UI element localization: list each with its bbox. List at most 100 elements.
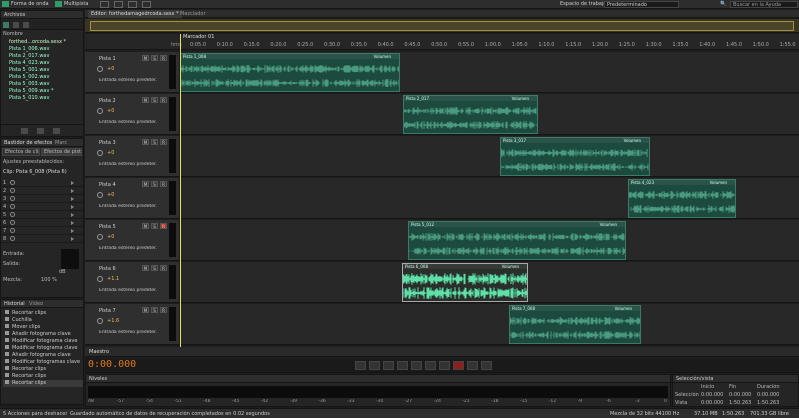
waveform-view-button[interactable]: Forma de onda [2,1,49,8]
forward-button[interactable] [425,361,436,370]
effect-slot[interactable]: 5 [1,211,83,219]
overview-bar[interactable] [85,19,799,33]
effect-slot[interactable]: 8 [1,235,83,243]
workspace-select[interactable]: Predeterminado [604,1,679,8]
track-lane[interactable]: Pista 6_008 Volumen [180,262,799,303]
track-name[interactable]: Pista 6 [99,266,116,272]
tab-track-effects[interactable]: Efectos de pista [41,148,82,156]
skip-button[interactable] [481,361,492,370]
history-item[interactable]: Mover clips [3,324,83,331]
track-mute-button[interactable]: M [142,265,149,271]
view-duration[interactable]: 1:50.263 [757,400,779,406]
volume-knob-icon[interactable] [97,108,103,114]
marker-label[interactable]: Marcador 01 [183,34,214,40]
track-name[interactable]: Pista 2 [99,98,116,104]
track-mute-button[interactable]: M [142,223,149,229]
track-input-select[interactable]: Entrada estéreo predeter. [99,120,157,125]
import-file-icon[interactable] [23,22,29,28]
track-lane[interactable]: Pista 4_023 Volumen [180,178,799,219]
track-record-button[interactable]: R [160,307,167,313]
view-start[interactable]: 0:00.000 [701,400,723,406]
track-record-button[interactable]: R [160,55,167,61]
effect-slot[interactable]: 7 [1,227,83,235]
selection-end[interactable]: 0:00.000 [729,392,751,398]
effect-slot[interactable]: 4 [1,203,83,211]
new-file-icon[interactable] [3,22,9,28]
help-search-input[interactable]: Buscar en la Ayuda [730,1,798,8]
track-input-select[interactable]: Entrada estéreo predeter. [99,204,157,209]
chevron-right-icon[interactable] [71,229,74,233]
audio-clip[interactable]: Pista 5_012 Volumen [408,221,626,260]
track-input-select[interactable]: Entrada estéreo predeter. [99,162,157,167]
razor-tool-icon[interactable] [128,1,137,8]
effect-slot[interactable]: 3 [1,195,83,203]
tab-video[interactable]: Vídeo [29,300,43,308]
chevron-right-icon[interactable] [71,189,74,193]
pause-button[interactable] [383,361,394,370]
move-tool-icon[interactable] [100,1,109,8]
track-record-button[interactable]: R [160,265,167,271]
tab-history[interactable]: Historial [4,300,25,308]
selection-duration[interactable]: 0:00.000 [757,392,779,398]
track-solo-button[interactable]: S [151,265,158,271]
close-file-icon[interactable] [37,128,44,134]
audio-clip[interactable]: Pista 3_017 Volumen [500,137,650,176]
track-lane[interactable]: Pista 1_008 Volumen [180,52,799,93]
power-icon[interactable] [10,220,15,225]
track-lane[interactable]: Pista 2_017 Volumen [180,94,799,135]
volume-knob-icon[interactable] [97,318,103,324]
search-files-icon[interactable] [53,128,60,134]
history-item[interactable]: Recortar clips [3,310,83,317]
chevron-right-icon[interactable] [71,237,74,241]
chevron-right-icon[interactable] [71,197,74,201]
chevron-right-icon[interactable] [71,181,74,185]
volume-knob-icon[interactable] [97,234,103,240]
track-input-select[interactable]: Entrada estéreo predeter. [99,288,157,293]
history-item[interactable]: Añadir fotograma clave [3,331,83,338]
track-solo-button[interactable]: S [151,55,158,61]
tab-mixer[interactable]: Mezclador [180,10,206,18]
track-mute-button[interactable]: M [142,55,149,61]
audio-clip[interactable]: Pista 6_008 Volumen [402,263,528,302]
file-item[interactable]: Pista 1_006.wav [3,46,83,53]
file-item[interactable]: Pista 5_010.wav [3,95,83,102]
chevron-right-icon[interactable] [71,221,74,225]
track-name[interactable]: Pista 4 [99,182,116,188]
rewind-button[interactable] [411,361,422,370]
files-column-name[interactable]: Nombre [3,31,23,38]
volume-knob-icon[interactable] [97,66,103,72]
history-item[interactable]: Modificar fotogramas clave [3,359,83,366]
tab-markers[interactable]: Marc [55,139,67,147]
track-mute-button[interactable]: M [142,97,149,103]
track-mute-button[interactable]: M [142,307,149,313]
power-icon[interactable] [10,204,15,209]
history-item[interactable]: Cuchilla [3,317,83,324]
file-item[interactable]: Pista 5_003.wav [3,81,83,88]
history-item[interactable]: Recortar clips [3,373,83,380]
track-input-select[interactable]: Entrada estéreo predeter. [99,330,157,335]
history-item[interactable]: Recortar clips [3,380,83,387]
history-item[interactable]: Recortar clips [3,366,83,373]
effect-slot[interactable]: 1 [1,179,83,187]
time-ruler[interactable]: Marcador 01 hms 0:05.0 0:10.0 0:15.0 0:20.0… [85,34,799,50]
audio-clip[interactable]: Pista 7_008 Volumen [509,305,641,344]
play-button[interactable] [369,361,380,370]
view-end[interactable]: 1:50.263 [729,400,751,406]
history-item[interactable]: Añadir fotograma clave [3,352,83,359]
tab-editor[interactable]: Editor: forthedamagedrcoda.sesx * [88,10,182,18]
go-start-button[interactable] [397,361,408,370]
power-icon[interactable] [10,180,15,185]
overview-viewport[interactable] [90,21,794,31]
selection-start[interactable]: 0:00.000 [701,392,723,398]
track-mute-button[interactable]: M [142,139,149,145]
go-end-button[interactable] [439,361,450,370]
track-input-select[interactable]: Entrada estéreo predeter. [99,78,157,83]
volume-knob-icon[interactable] [97,276,103,282]
history-item[interactable]: Modificar fotograma clave [3,338,83,345]
volume-knob-icon[interactable] [97,192,103,198]
audio-clip[interactable]: Pista 4_023 Volumen [628,179,736,218]
track-input-select[interactable]: Entrada estéreo predeter. [99,246,157,251]
file-item[interactable]: Pista 2_017.wav [3,53,83,60]
track-name[interactable]: Pista 7 [99,308,116,314]
track-record-button[interactable]: R [160,181,167,187]
